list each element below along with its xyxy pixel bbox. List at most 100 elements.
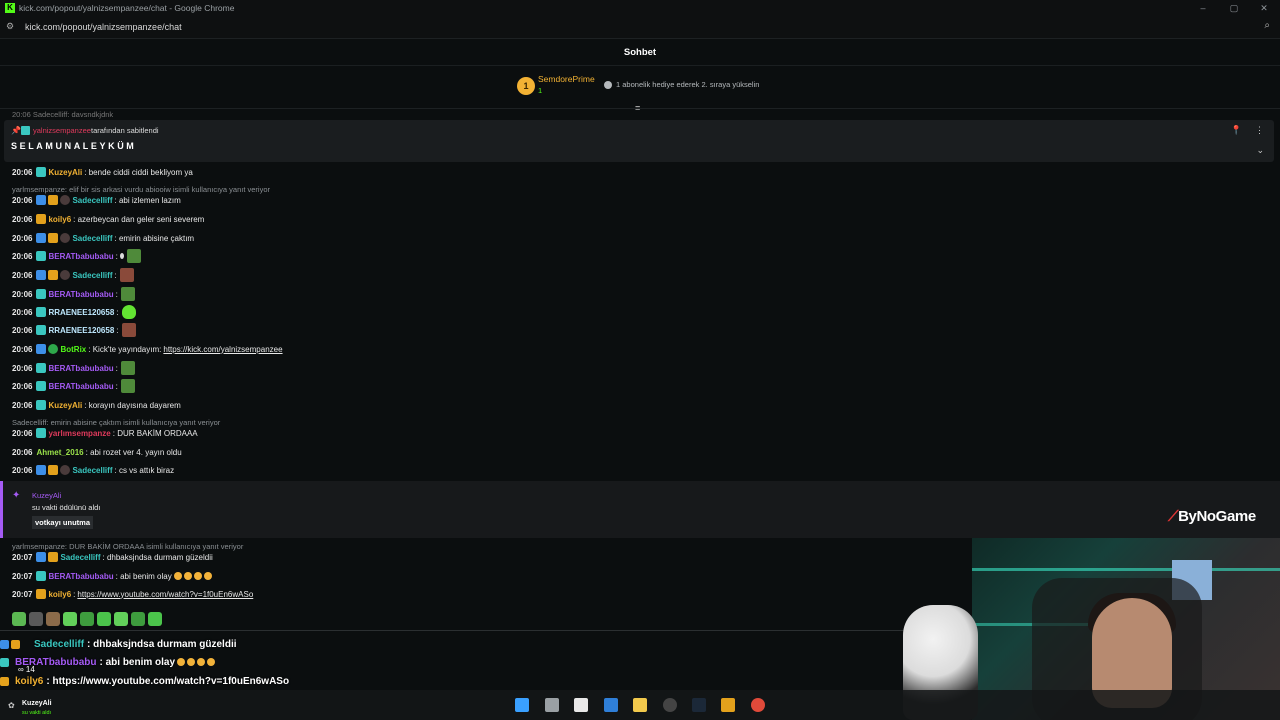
leaderboard-count: 1 xyxy=(538,86,543,95)
message-user[interactable]: KuzeyAli xyxy=(48,168,82,177)
message-user[interactable]: Sadecelliff xyxy=(60,553,100,562)
message-user[interactable]: Sadecelliff xyxy=(72,271,112,280)
message-user[interactable]: Sadecelliff xyxy=(72,234,112,243)
chat-message[interactable]: 20:06 Ahmet_2016 : abi rozet ver 4. yayı… xyxy=(12,445,182,459)
emote-icon[interactable] xyxy=(12,612,26,626)
chat-message[interactable]: 20:06 BERATbabubabu : xyxy=(12,361,135,375)
message-time: 20:06 xyxy=(12,195,33,205)
gift-prompt[interactable]: 1 abonelik hediye ederek 2. sıraya yükse… xyxy=(616,80,759,89)
vip-badge-icon xyxy=(36,195,47,205)
chat-message[interactable]: 20:06 BERATbabubabu : xyxy=(12,287,135,301)
zoom-icon[interactable]: ⌕ xyxy=(1264,20,1270,31)
chat-message[interactable]: 20:06 Sadecelliff : xyxy=(12,268,134,282)
pin-icon: 📌 xyxy=(11,126,21,135)
broadcaster-badge-icon xyxy=(36,428,47,438)
emote-icon[interactable] xyxy=(114,612,128,626)
message-time: 20:06 xyxy=(12,447,33,457)
emote-icon[interactable] xyxy=(46,612,60,626)
minimize-icon[interactable]: – xyxy=(1196,2,1210,14)
message-user[interactable]: koily6 xyxy=(48,215,71,224)
pinned-by-user[interactable]: yalnizsempanzee xyxy=(33,126,91,135)
window-title: kick.com/popout/yalnizsempanzee/chat - G… xyxy=(19,3,235,13)
message-link[interactable]: https://kick.com/yalnizsempanzee xyxy=(163,345,282,354)
chat-message[interactable]: 20:06 yarlımsempanze : DUR BAKİM ORDAAA xyxy=(12,426,198,440)
chat-message[interactable]: 20:06 RRAENEE120658 : xyxy=(12,323,136,337)
message-time: 20:06 xyxy=(12,233,33,243)
message-time: 20:06 xyxy=(12,465,33,475)
windows-start-icon[interactable] xyxy=(515,698,529,712)
chat-message[interactable]: 20:06 BERATbabubabu : xyxy=(12,249,141,263)
emote-icon[interactable] xyxy=(29,612,43,626)
close-icon[interactable]: ✕ xyxy=(1257,2,1271,14)
crown-badge-icon xyxy=(0,676,9,686)
url-field[interactable]: kick.com/popout/yalnizsempanzee/chat xyxy=(25,22,182,32)
frog-emote-icon xyxy=(126,249,141,263)
message-user[interactable]: BERATbabubabu xyxy=(48,252,113,261)
store-icon[interactable] xyxy=(604,698,618,712)
app-icon[interactable] xyxy=(721,698,735,712)
message-user[interactable]: RRAENEE120658 xyxy=(48,326,114,335)
restore-icon[interactable]: ▢ xyxy=(1227,2,1241,14)
overlay-text: : https://www.youtube.com/watch?v=1f0uEn… xyxy=(46,675,290,687)
message-user[interactable]: KuzeyAli xyxy=(48,401,82,410)
emote-icon[interactable] xyxy=(148,612,162,626)
chat-message[interactable]: 20:07 BERATbabubabu : abi benim olay xyxy=(12,569,212,583)
emote-icon[interactable] xyxy=(63,612,77,626)
message-user[interactable]: Sadecelliff xyxy=(72,466,112,475)
message-separator: : xyxy=(116,307,119,317)
message-time: 20:06 xyxy=(12,307,33,317)
file-explorer-icon[interactable] xyxy=(633,698,647,712)
app-icon[interactable] xyxy=(574,698,588,712)
chat-message[interactable]: 20:06 RRAENEE120658 : xyxy=(12,305,136,319)
chat-message[interactable]: 20:06 KuzeyAli : korayın dayısına dayare… xyxy=(12,398,181,412)
message-user[interactable]: Ahmet_2016 xyxy=(36,448,83,457)
task-view-icon[interactable] xyxy=(545,698,559,712)
chat-message[interactable]: 20:06 KuzeyAli : bende ciddi ciddi bekli… xyxy=(12,165,193,179)
message-link[interactable]: https://www.youtube.com/watch?v=1f0uEn6w… xyxy=(77,590,253,599)
chat-message[interactable]: 20:06 BotRix : Kick'te yayındayım: https… xyxy=(12,342,283,356)
chrome-icon[interactable] xyxy=(751,698,765,712)
chat-message[interactable]: 20:06 Sadecelliff : emirin abisine çaktı… xyxy=(12,231,194,245)
message-user[interactable]: BERATbabubabu xyxy=(48,290,113,299)
message-user[interactable]: yarlımsempanze xyxy=(48,429,110,438)
message-user[interactable]: Sadecelliff xyxy=(72,196,112,205)
emote-icon[interactable] xyxy=(131,612,145,626)
message-user[interactable]: BERATbabubabu xyxy=(48,572,113,581)
leaderboard-name[interactable]: SemdorePrime xyxy=(538,74,595,84)
site-info-icon[interactable]: ⚙ xyxy=(6,21,16,31)
message-time: 20:07 xyxy=(12,589,33,599)
emoji-icon xyxy=(203,572,212,580)
message-user[interactable]: BERATbabubabu xyxy=(48,364,113,373)
overlay-text: : dhbaksjndsa durmam güzeldii xyxy=(87,638,237,650)
unpin-icon[interactable]: 📍 xyxy=(1231,125,1242,136)
obs-icon[interactable] xyxy=(663,698,677,712)
message-user[interactable]: BERATbabubabu xyxy=(48,382,113,391)
steam-icon[interactable] xyxy=(692,698,706,712)
emoji-icon xyxy=(193,572,202,580)
chat-message[interactable]: 20:07 koily6 : https://www.youtube.com/w… xyxy=(12,587,253,601)
chat-message[interactable]: 20:06 BERATbabubabu : xyxy=(12,379,135,393)
message-user[interactable]: koily6 xyxy=(48,590,71,599)
chat-message[interactable]: 20:06 koily6 : azerbeycan dan geler seni… xyxy=(12,212,204,226)
taskbar-sub: su vakti aldı xyxy=(22,710,52,716)
chat-message[interactable]: 20:07 Sadecelliff : dhbaksjndsa durmam g… xyxy=(12,550,213,564)
message-time: 20:07 xyxy=(12,552,33,562)
overlay-text: : abi benim olay xyxy=(99,656,176,668)
more-options-icon[interactable]: ⋮ xyxy=(1255,125,1264,136)
subscriber-badge-icon xyxy=(36,363,47,373)
message-time: 20:06 xyxy=(12,363,33,373)
chevron-down-icon[interactable]: ⌄ xyxy=(1256,145,1264,156)
face-emote-icon xyxy=(121,323,136,337)
redeem-user[interactable]: KuzeyAli xyxy=(32,491,61,500)
emote-icon[interactable] xyxy=(97,612,111,626)
message-user[interactable]: RRAENEE120658 xyxy=(48,308,114,317)
emote-icon[interactable] xyxy=(80,612,94,626)
message-user[interactable]: BotRix xyxy=(60,345,86,354)
face-emote-icon xyxy=(119,268,134,282)
chat-message[interactable]: 20:06 Sadecelliff : cs vs attık biraz xyxy=(12,463,174,477)
crown-badge-icon xyxy=(48,465,59,475)
message-text: : Kick'te yayındayım: xyxy=(88,344,162,354)
message-text: : abi izlemen lazım xyxy=(114,195,181,205)
chat-message[interactable]: 20:06 Sadecelliff : abi izlemen lazım xyxy=(12,193,181,207)
windows-taskbar: ✿ KuzeyAli su vakti aldı xyxy=(0,690,1280,720)
